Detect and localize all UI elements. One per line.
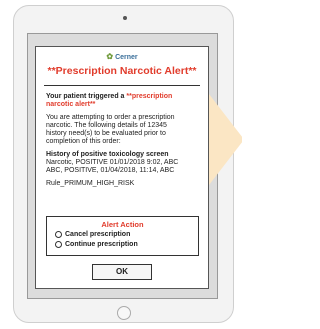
continue-prescription-option[interactable]: Continue prescription — [55, 241, 138, 248]
title-divider — [44, 85, 200, 86]
cerner-logo: ✿ Cerner — [36, 52, 208, 61]
camera-icon — [123, 16, 127, 20]
message-line-4: completion of this order: — [46, 138, 121, 145]
logo-text: Cerner — [115, 54, 138, 61]
rule-label: Rule_PRIMUM_HIGH_RISK — [46, 180, 135, 187]
history-line-2: ABC, POSITIVE, 01/04/2018, 11:14, ABC — [46, 167, 175, 174]
cancel-prescription-option[interactable]: Cancel prescription — [55, 231, 130, 238]
alert-dialog: ✿ Cerner **Prescription Narcotic Alert** … — [35, 46, 209, 289]
alert-title: **Prescription Narcotic Alert** — [47, 65, 197, 77]
continue-prescription-label: Continue prescription — [65, 241, 138, 248]
trigger-highlight: **prescription — [126, 93, 173, 100]
cancel-prescription-label: Cancel prescription — [65, 231, 131, 238]
home-button[interactable] — [117, 306, 131, 320]
radio-icon[interactable] — [55, 241, 62, 248]
alert-action-title: Alert Action — [101, 220, 144, 229]
trigger-prefix: Your patient triggered a — [46, 93, 125, 100]
trigger-line-2: narcotic alert** — [46, 101, 96, 108]
logo-icon: ✿ — [106, 52, 114, 61]
ok-button[interactable]: OK — [92, 264, 152, 280]
radio-icon[interactable] — [55, 231, 62, 238]
alert-action-box: Alert Action Cancel prescription Continu… — [46, 216, 199, 256]
